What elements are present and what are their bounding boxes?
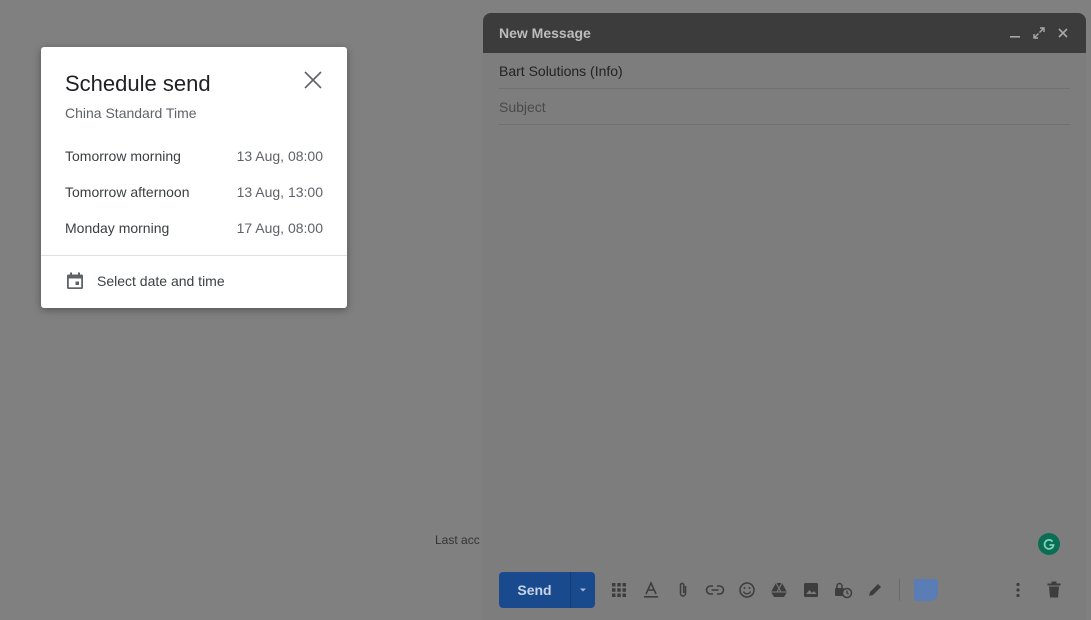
close-icon[interactable] [1056, 26, 1070, 40]
to-field[interactable]: Bart Solutions (Info) [499, 53, 1070, 89]
option-label: Monday morning [65, 220, 170, 236]
option-label: Tomorrow afternoon [65, 184, 190, 200]
schedule-option-monday-morning[interactable]: Monday morning 17 Aug, 08:00 [41, 210, 347, 246]
calendar-icon [67, 272, 83, 289]
select-date-time-button[interactable]: Select date and time [41, 263, 347, 299]
link-icon[interactable] [699, 574, 731, 606]
timezone-label: China Standard Time [65, 105, 197, 121]
option-label: Tomorrow morning [65, 148, 181, 164]
format-text-icon[interactable] [635, 574, 667, 606]
option-time: 17 Aug, 08:00 [236, 220, 323, 236]
toolbar-divider [899, 579, 900, 601]
send-button[interactable]: Send [499, 572, 571, 608]
subject-input[interactable]: Subject [499, 89, 1070, 125]
compose-header: New Message [483, 13, 1086, 53]
schedule-option-tomorrow-afternoon[interactable]: Tomorrow afternoon 13 Aug, 13:00 [41, 174, 347, 210]
schedule-option-tomorrow-morning[interactable]: Tomorrow morning 13 Aug, 08:00 [41, 138, 347, 174]
send-button-group: Send [499, 572, 595, 608]
option-time: 13 Aug, 08:00 [236, 148, 323, 164]
compose-title: New Message [499, 25, 591, 41]
emoji-icon[interactable] [731, 574, 763, 606]
apps-icon[interactable] [603, 574, 635, 606]
compose-window: New Message Bart Solutions (Info) Subjec… [483, 13, 1086, 620]
chevron-down-icon [580, 588, 586, 592]
drive-icon[interactable] [763, 574, 795, 606]
photo-icon[interactable] [795, 574, 827, 606]
confidential-icon[interactable] [827, 574, 859, 606]
minimize-icon[interactable] [1008, 26, 1022, 40]
select-date-time-label: Select date and time [97, 273, 225, 289]
schedule-send-dropdown[interactable] [571, 572, 595, 608]
signature-icon[interactable] [859, 574, 891, 606]
schedule-send-dialog: Schedule send China Standard Time Tomorr… [41, 47, 347, 308]
more-options-icon[interactable] [1002, 574, 1034, 606]
grammarly-icon[interactable] [1038, 533, 1060, 555]
expand-icon[interactable] [1032, 26, 1046, 40]
close-icon[interactable] [303, 70, 323, 90]
attach-icon[interactable] [667, 574, 699, 606]
dialog-divider [41, 255, 347, 256]
trash-icon[interactable] [1038, 574, 1070, 606]
compose-toolbar: Send [499, 572, 1070, 608]
dialog-title: Schedule send [65, 71, 211, 96]
last-activity-text: Last acc [435, 533, 480, 547]
option-time: 13 Aug, 13:00 [236, 184, 323, 200]
extension-icon[interactable] [914, 579, 938, 601]
